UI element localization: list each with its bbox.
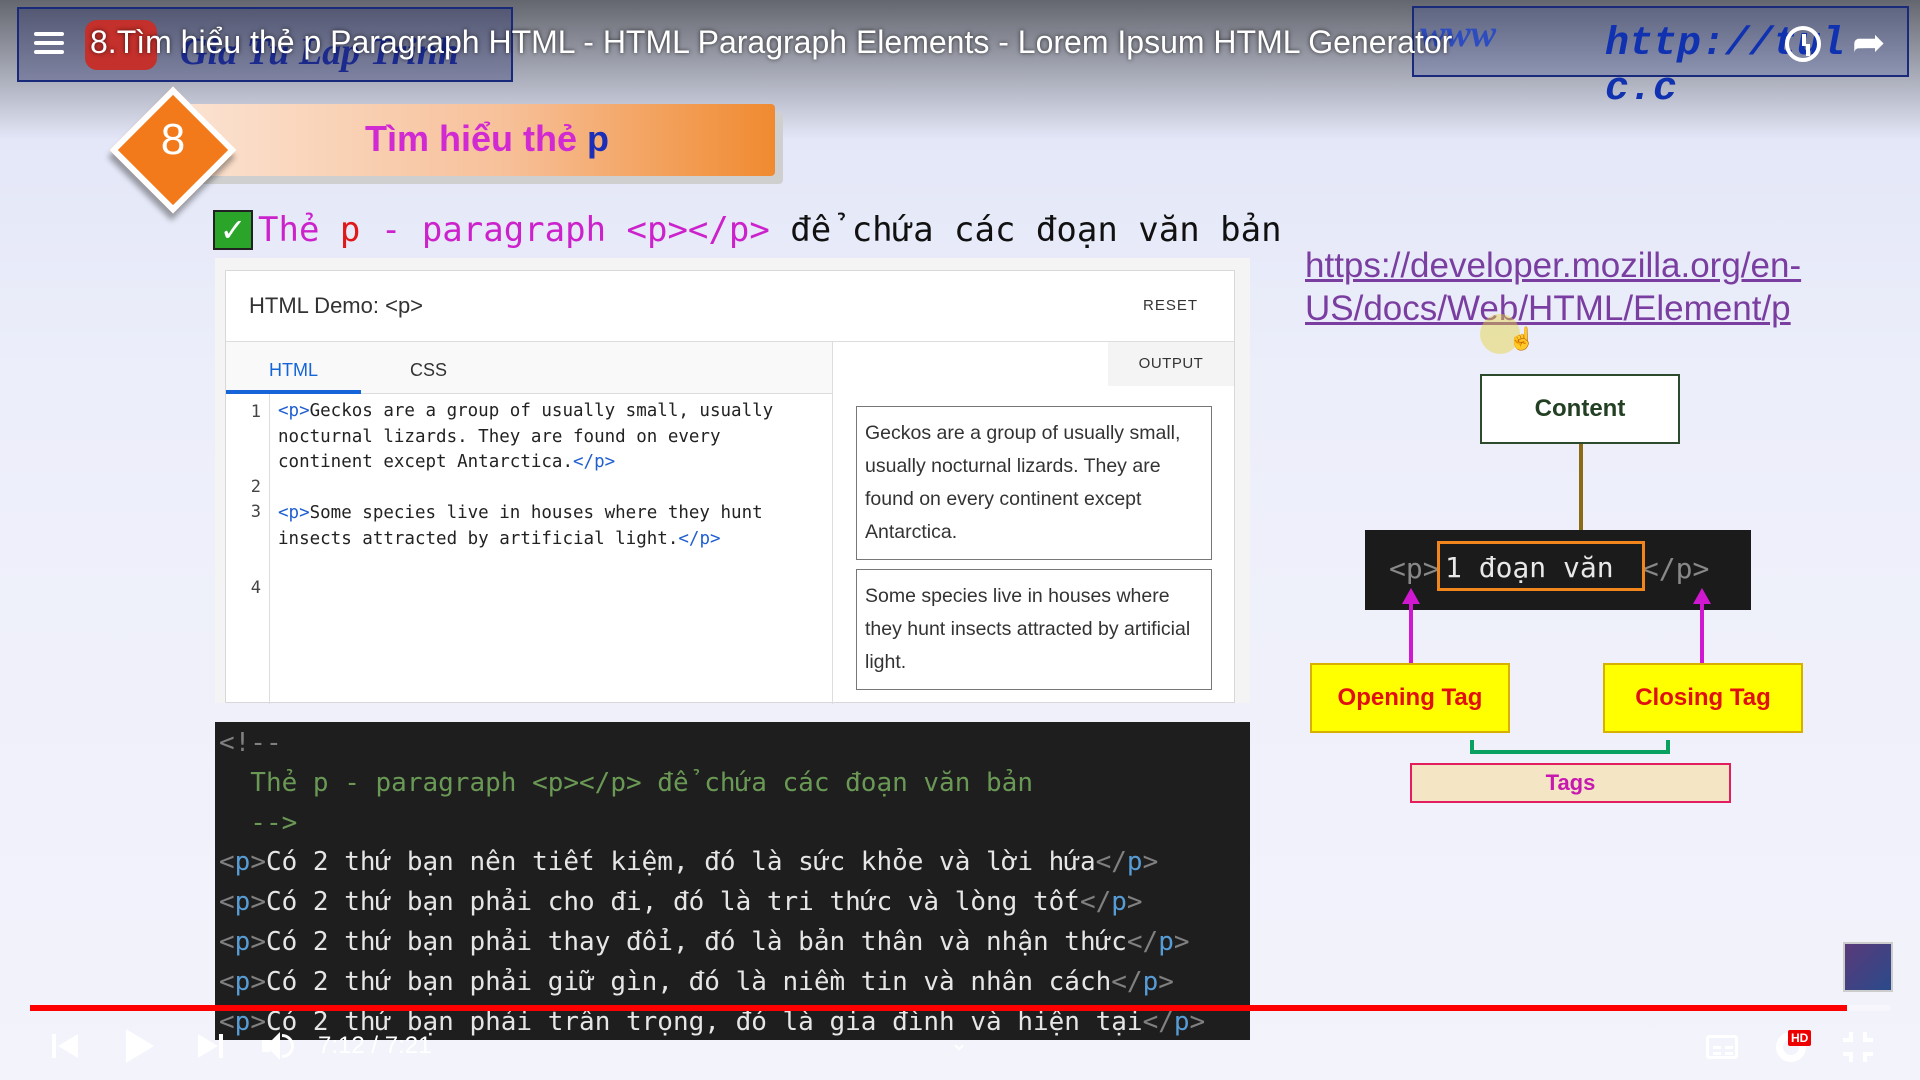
comment-open: <!-- — [219, 728, 282, 758]
closing-tag-label: Closing Tag — [1603, 663, 1803, 733]
diagram-open-tag: <p> — [1389, 552, 1440, 585]
code-editor: <!-- Thẻ p - paragraph <p></p> để chứa c… — [215, 722, 1250, 1040]
intro-line: Thẻ p - paragraph <p></p> để chứa các đo… — [258, 210, 1282, 250]
comment-body: Thẻ p - paragraph <p></p> để chứa các đo… — [219, 768, 1033, 798]
section-title: Tìm hiểu thẻ p — [365, 118, 609, 160]
share-icon[interactable]: ➦ — [1852, 20, 1886, 66]
line-number: 2 — [250, 477, 261, 497]
closing-tag-arrow — [1700, 600, 1704, 664]
section-title-a: Tìm hiểu thẻ — [365, 118, 578, 159]
html-demo-panel: HTML Demo: <p> RESET HTML CSS 1 2 3 4 <p… — [215, 258, 1250, 704]
tab-html[interactable]: HTML — [226, 360, 361, 381]
menu-icon[interactable] — [34, 32, 64, 58]
content-arrow — [1579, 444, 1583, 538]
content-label: Content — [1480, 374, 1680, 444]
comment-close: --> — [219, 808, 298, 838]
opening-tag-label: Opening Tag — [1310, 663, 1510, 733]
tags-label: Tags — [1410, 763, 1731, 803]
fullscreen-exit-icon[interactable] — [1843, 1032, 1873, 1062]
intro-desc: để chứa các đoạn văn bản — [790, 210, 1282, 250]
editor-line: <p>Có 2 thứ bạn phải thay đổi, đó là bản… — [219, 927, 1190, 957]
check-icon: ✓ — [213, 210, 253, 250]
watch-later-icon[interactable] — [1785, 26, 1821, 62]
diagram-close-tag: </p> — [1641, 552, 1710, 585]
play-icon[interactable] — [126, 1029, 154, 1063]
chevron-down-icon[interactable]: ⌄ — [950, 1030, 968, 1056]
editor-line: <p>Có 2 thứ bạn phải cho đi, đó là tri t… — [219, 887, 1143, 917]
demo-card: HTML Demo: <p> RESET HTML CSS 1 2 3 4 <p… — [225, 270, 1235, 704]
subtitles-icon[interactable] — [1706, 1035, 1738, 1059]
hd-badge: HD — [1788, 1030, 1812, 1046]
output-paragraph-1: Geckos are a group of usually small, usu… — [856, 406, 1212, 560]
video-title[interactable]: 8.Tìm hiểu thẻ p Paragraph HTML - HTML P… — [90, 24, 1452, 61]
line-number: 1 — [250, 402, 261, 422]
editor-line: <p>Có 2 thứ bạn phải giữ gìn, đó là niềm… — [219, 967, 1174, 997]
demo-tabs: HTML CSS — [226, 342, 832, 394]
intro-the: Thẻ — [258, 210, 320, 250]
editor-line: <p>Có 2 thứ bạn nên tiết kiệm, đó là sức… — [219, 847, 1159, 877]
diagram-content-text: 1 đoạn văn — [1445, 551, 1614, 584]
progress-played — [30, 1005, 1848, 1011]
time-display: 7:12 / 7:21 — [318, 1032, 432, 1059]
mdn-link[interactable]: https://developer.mozilla.org/en- US/docs… — [1305, 244, 1801, 330]
demo-title: HTML Demo: <p> — [249, 293, 424, 318]
next-icon[interactable] — [198, 1032, 226, 1060]
intro-p: p — [339, 210, 361, 250]
demo-code-line[interactable]: continent except Antarctica.</p> — [278, 450, 615, 476]
tags-brace — [1470, 740, 1670, 754]
tab-css[interactable]: CSS — [361, 360, 496, 381]
section-title-b: p — [587, 118, 610, 159]
intro-paragraph: - paragraph <p></p> — [380, 210, 770, 250]
demo-code-line[interactable]: <p>Geckos are a group of usually small, … — [278, 399, 773, 425]
channel-avatar[interactable] — [1843, 942, 1893, 992]
tab-output[interactable]: OUTPUT — [1108, 342, 1234, 386]
section-number: 8 — [160, 115, 186, 164]
reset-button[interactable]: RESET — [1143, 297, 1198, 314]
line-number: 4 — [250, 578, 261, 598]
column-divider — [832, 342, 833, 704]
opening-tag-arrow — [1409, 600, 1413, 664]
demo-code-line[interactable]: insects attracted by artificial light.</… — [278, 527, 721, 553]
hand-cursor-icon: ☝ — [1508, 326, 1536, 351]
demo-code-line[interactable]: <p>Some species live in houses where the… — [278, 501, 763, 527]
line-number: 3 — [250, 502, 261, 522]
video-frame[interactable]: Gia Tu Lap Trinh www http://tul c.c 8.Tì… — [0, 0, 1920, 1080]
line-gutter: 1 2 3 4 — [226, 394, 270, 704]
output-paragraph-2: Some species live in houses where they h… — [856, 569, 1212, 690]
closing-tag-arrowhead — [1693, 588, 1711, 604]
previous-icon[interactable] — [52, 1032, 80, 1060]
section-number-badge: 8 — [109, 86, 237, 214]
demo-code-line[interactable]: nocturnal lizards. They are found on eve… — [278, 425, 721, 451]
opening-tag-arrowhead — [1402, 588, 1420, 604]
